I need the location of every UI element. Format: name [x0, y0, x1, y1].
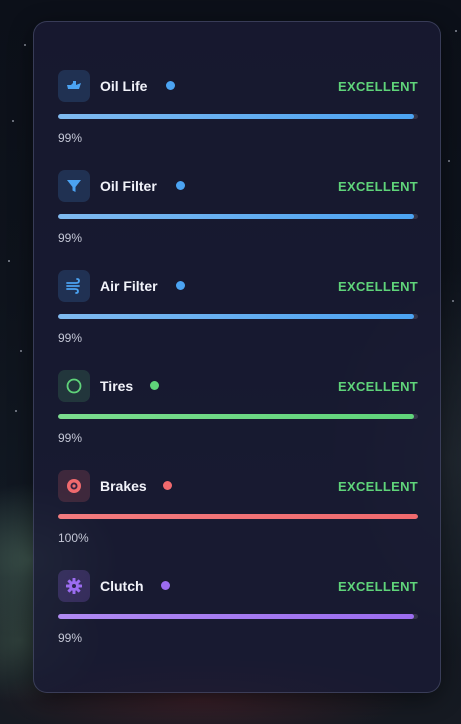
percent-value: 99%	[58, 631, 83, 645]
status-dot	[150, 381, 159, 390]
progress-bar	[58, 614, 418, 619]
status-badge: EXCELLENT	[338, 579, 418, 594]
percent-value: 99%	[58, 331, 83, 345]
maintenance-panel: Oil Life EXCELLENT 99% Oil Filter EXCELL…	[33, 21, 441, 693]
progress-fill	[58, 214, 415, 219]
progress-bar	[58, 414, 418, 419]
item-label: Oil Filter	[100, 178, 157, 194]
status-dot	[163, 481, 172, 490]
item-label: Clutch	[100, 578, 144, 594]
maintenance-item-brakes: Brakes EXCELLENT 100%	[58, 470, 418, 560]
maintenance-item-tires: Tires EXCELLENT 99%	[58, 370, 418, 460]
progress-bar	[58, 514, 418, 519]
percent-value: 100%	[58, 531, 89, 545]
status-badge: EXCELLENT	[338, 79, 418, 94]
wind-icon	[58, 270, 90, 302]
status-badge: EXCELLENT	[338, 279, 418, 294]
status-dot	[176, 281, 185, 290]
progress-fill	[58, 114, 415, 119]
brake-disc-icon	[58, 470, 90, 502]
percent-value: 99%	[58, 431, 83, 445]
item-label: Air Filter	[100, 278, 158, 294]
status-dot	[161, 581, 170, 590]
funnel-icon	[58, 170, 90, 202]
progress-fill	[58, 614, 415, 619]
item-label: Tires	[100, 378, 134, 394]
progress-bar	[58, 314, 418, 319]
percent-value: 99%	[58, 231, 83, 245]
oil-can-icon	[58, 70, 90, 102]
status-dot	[166, 81, 175, 90]
status-badge: EXCELLENT	[338, 479, 418, 494]
progress-fill	[58, 414, 415, 419]
gear-icon	[58, 570, 90, 602]
progress-bar	[58, 214, 418, 219]
status-dot	[176, 181, 185, 190]
progress-fill	[58, 314, 415, 319]
maintenance-item-oil-filter: Oil Filter EXCELLENT 99%	[58, 170, 418, 260]
maintenance-item-air-filter: Air Filter EXCELLENT 99%	[58, 270, 418, 360]
status-badge: EXCELLENT	[338, 179, 418, 194]
circle-icon	[58, 370, 90, 402]
status-badge: EXCELLENT	[338, 379, 418, 394]
percent-value: 99%	[58, 131, 83, 145]
item-label: Oil Life	[100, 78, 148, 94]
maintenance-item-oil-life: Oil Life EXCELLENT 99%	[58, 70, 418, 160]
progress-fill	[58, 514, 418, 519]
maintenance-item-clutch: Clutch EXCELLENT 99%	[58, 570, 418, 660]
item-label: Brakes	[100, 478, 147, 494]
progress-bar	[58, 114, 418, 119]
